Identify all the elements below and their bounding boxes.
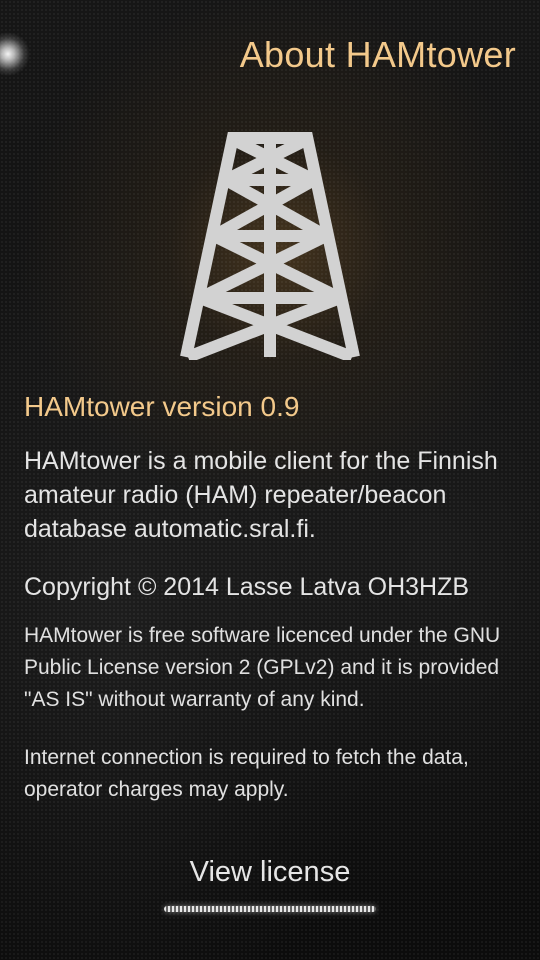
view-license-button[interactable]: View license — [0, 856, 540, 889]
copyright-text: Copyright © 2014 Lasse Latva OH3HZB — [24, 573, 470, 601]
view-license-underline — [164, 906, 376, 912]
page-title: About HAMtower — [239, 34, 516, 75]
about-content: HAMtower version 0.9 HAMtower is a mobil… — [24, 388, 516, 832]
version-heading: HAMtower version 0.9 — [24, 391, 300, 422]
license-notice: HAMtower is free software licenced under… — [24, 624, 501, 711]
internet-notice: Internet connection is required to fetch… — [24, 746, 469, 801]
app-description: HAMtower is a mobile client for the Finn… — [24, 447, 498, 543]
radio-tower-icon — [180, 132, 360, 360]
